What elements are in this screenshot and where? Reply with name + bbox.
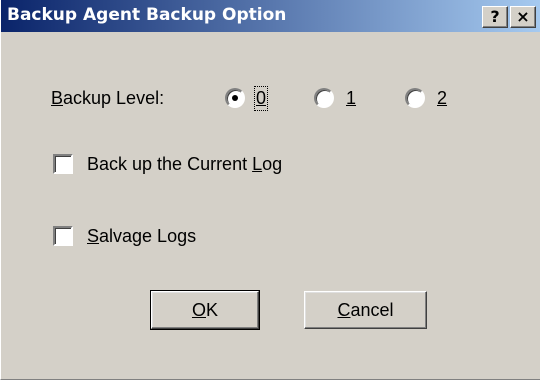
backup-level-label-text: ackup Level: [63,88,165,108]
current-log-label-text: Back up the Current [87,154,253,174]
current-log-label[interactable]: Back up the Current Log [87,154,282,175]
cancel-button-mnemonic: C [337,299,351,320]
ok-button[interactable]: OK [150,290,260,330]
backup-level-option-2-label[interactable]: 2 [437,88,447,109]
salvage-logs-label-mnemonic: S [87,226,100,246]
ok-button-mnemonic: O [191,299,206,320]
cancel-button[interactable]: Cancel [304,291,427,329]
dialog-window: Backup Agent Backup Option ? × Backup Le… [0,0,540,380]
backup-level-radio-2[interactable] [405,88,425,108]
salvage-logs-checkbox[interactable] [53,226,73,246]
current-log-label-mnemonic: L [252,154,263,174]
title-bar: Backup Agent Backup Option ? × [1,0,540,32]
radio-selected-dot [232,95,238,101]
backup-level-radio-1[interactable] [314,88,334,108]
salvage-logs-label[interactable]: Salvage Logs [87,226,196,247]
close-button[interactable]: × [510,6,536,28]
ok-button-label: K [206,299,219,320]
backup-level-option-1-label[interactable]: 1 [346,88,356,109]
backup-level-option-0-label[interactable]: 0 [253,86,269,111]
window-title: Backup Agent Backup Option [7,5,287,25]
backup-level-label: Backup Level: [51,88,164,109]
salvage-logs-label-rest: alvage Logs [99,226,197,246]
current-log-checkbox[interactable] [53,154,73,174]
help-button[interactable]: ? [482,6,508,28]
close-icon: × [516,7,530,26]
backup-level-label-mnemonic: B [51,88,64,108]
current-log-label-rest: og [262,154,283,174]
backup-level-radio-0[interactable] [225,88,245,108]
help-icon: ? [490,7,500,26]
cancel-button-label: ancel [350,299,394,320]
